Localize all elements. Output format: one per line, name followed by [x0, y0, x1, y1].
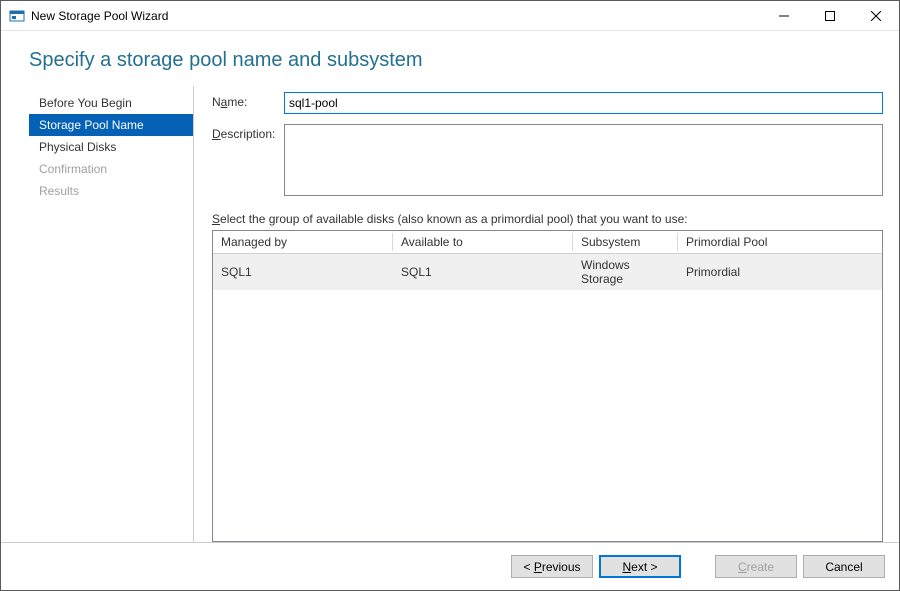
- close-button[interactable]: [853, 1, 899, 31]
- name-row: Name:: [212, 92, 883, 114]
- primordial-pool-table: Managed by Available to Subsystem Primor…: [213, 231, 882, 290]
- description-label: Description:: [212, 124, 284, 141]
- wizard-main: Name: Description: Select the group of a…: [194, 86, 883, 542]
- cell-managed-by: SQL1: [213, 254, 393, 291]
- next-button[interactable]: Next >: [599, 555, 681, 578]
- wizard-footer: < Previous Next > Create Cancel: [1, 542, 899, 590]
- step-storage-pool-name[interactable]: Storage Pool Name: [29, 114, 193, 136]
- col-managed-by[interactable]: Managed by: [213, 231, 393, 254]
- wizard-steps: Before You Begin Storage Pool Name Physi…: [29, 86, 194, 542]
- table-header-row: Managed by Available to Subsystem Primor…: [213, 231, 882, 254]
- previous-button[interactable]: < Previous: [511, 555, 593, 578]
- cell-primordial: Primordial: [678, 254, 882, 291]
- page-title: Specify a storage pool name and subsyste…: [29, 49, 871, 72]
- window-title: New Storage Pool Wizard: [31, 9, 168, 23]
- maximize-button[interactable]: [807, 1, 853, 31]
- step-physical-disks[interactable]: Physical Disks: [29, 136, 193, 158]
- step-results: Results: [29, 180, 193, 202]
- table-row[interactable]: SQL1 SQL1 Windows Storage Primordial: [213, 254, 882, 291]
- wizard-header: Specify a storage pool name and subsyste…: [1, 31, 899, 86]
- minimize-button[interactable]: [761, 1, 807, 31]
- description-row: Description:: [212, 124, 883, 196]
- description-input[interactable]: [284, 124, 883, 196]
- step-before-you-begin[interactable]: Before You Begin: [29, 92, 193, 114]
- cancel-button[interactable]: Cancel: [803, 555, 885, 578]
- wizard-body: Before You Begin Storage Pool Name Physi…: [1, 86, 899, 542]
- step-confirmation: Confirmation: [29, 158, 193, 180]
- primordial-pool-table-wrap[interactable]: Managed by Available to Subsystem Primor…: [212, 230, 883, 542]
- name-label: Name:: [212, 92, 284, 109]
- col-available-to[interactable]: Available to: [393, 231, 573, 254]
- app-icon: [9, 8, 25, 24]
- name-input[interactable]: [284, 92, 883, 114]
- col-primordial-pool[interactable]: Primordial Pool: [678, 231, 882, 254]
- col-subsystem[interactable]: Subsystem: [573, 231, 678, 254]
- cell-available-to: SQL1: [393, 254, 573, 291]
- wizard-window: New Storage Pool Wizard Specify a storag…: [0, 0, 900, 591]
- titlebar: New Storage Pool Wizard: [1, 1, 899, 31]
- cell-subsystem: Windows Storage: [573, 254, 678, 291]
- select-pool-label: Select the group of available disks (als…: [212, 212, 883, 226]
- create-button: Create: [715, 555, 797, 578]
